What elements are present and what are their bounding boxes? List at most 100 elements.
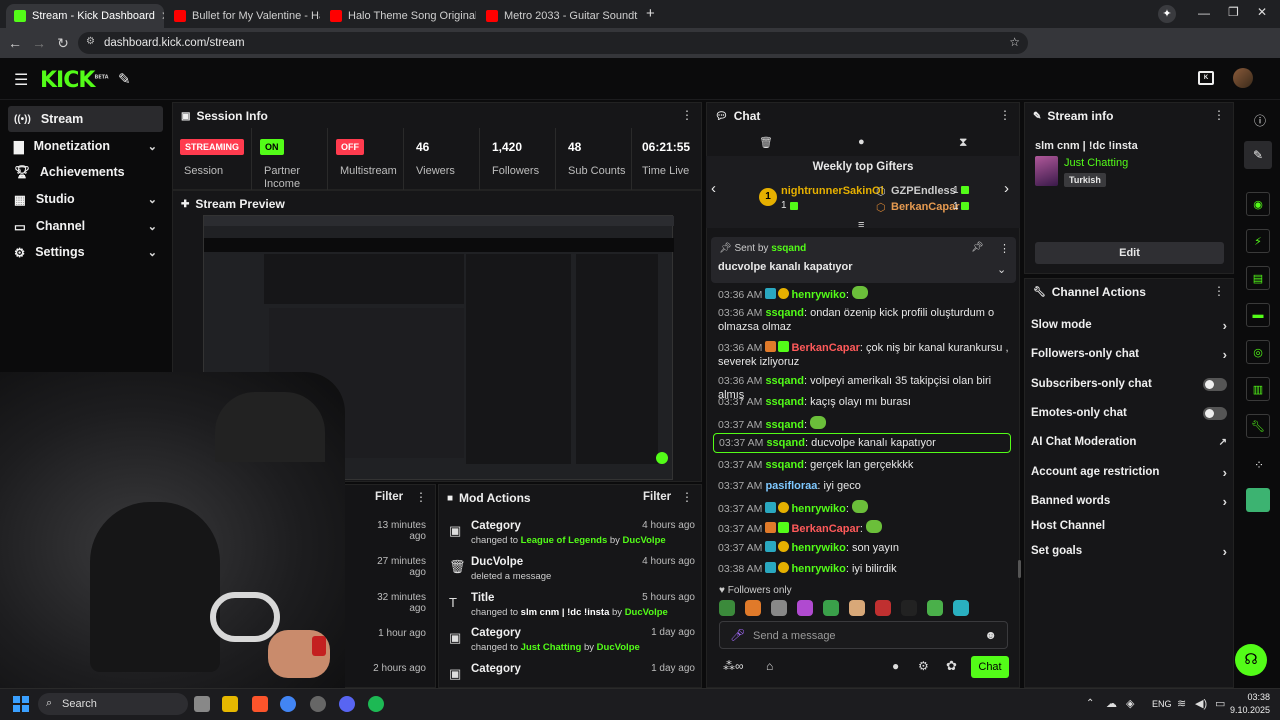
desc-user[interactable]: DucVolpe <box>623 535 666 546</box>
emote-icon[interactable] <box>719 600 735 616</box>
chevron-left-icon[interactable]: ‹ <box>711 180 716 197</box>
channel-action-banned-words[interactable]: Banned words › <box>1031 490 1227 512</box>
minimize-button[interactable]: — <box>1198 6 1210 20</box>
emote-icon[interactable] <box>823 600 839 616</box>
app-avatar-icon[interactable] <box>1246 488 1270 512</box>
brave-icon[interactable] <box>252 696 268 712</box>
clock-time[interactable]: 03:38 <box>1230 692 1270 702</box>
chat-bubble-icon[interactable]: ● <box>892 659 899 673</box>
chat-message[interactable]: 03:36 AM ssqand: ondan özenip kick profi… <box>718 306 1014 334</box>
camera-icon[interactable]: ◉ <box>1246 192 1270 216</box>
chat-message[interactable]: 03:37 AM henrywiko: son yayın <box>718 541 1014 555</box>
desc-user[interactable]: DucVolpe <box>597 642 640 653</box>
emote-icon[interactable] <box>810 416 827 429</box>
chat-message[interactable]: 03:36 AM BerkanCapar: çok niş bir kanal … <box>718 341 1014 369</box>
chevron-right-icon[interactable]: › <box>1004 180 1009 197</box>
emoji-icon[interactable]: ☻ <box>984 628 997 642</box>
close-icon[interactable]: ✕ <box>161 9 164 23</box>
sidebar-item-achievements[interactable]: 🏆︎ Achievements <box>8 159 163 185</box>
message-username[interactable]: ssqand <box>765 396 804 408</box>
chat-message[interactable]: 03:38 AM henrywiko: iyi bilirdik <box>718 562 1014 576</box>
chat-message[interactable]: 03:37 AM ssqand: kaçış olayı mı burası <box>718 395 1014 409</box>
chat-icon[interactable]: ▬ <box>1246 303 1270 327</box>
task-view-icon[interactable] <box>194 696 210 712</box>
more-options-icon[interactable]: ⋮ <box>681 491 693 503</box>
message-username[interactable]: henrywiko <box>791 289 845 301</box>
message-username[interactable]: henrywiko <box>791 503 845 515</box>
tab-youtube-3[interactable]: Metro 2033 - Guitar Soundtrac ✕ <box>478 4 638 28</box>
chat-message[interactable]: 03:37 AM henrywiko: <box>718 500 1014 516</box>
emote-icon[interactable] <box>745 600 761 616</box>
more-options-icon[interactable]: ⋮ <box>681 109 693 121</box>
chat-message[interactable]: 03:36 AM henrywiko: <box>718 286 1014 302</box>
message-username[interactable]: BerkanCapar <box>791 523 859 535</box>
chat-message[interactable]: 03:37 AM ssqand: <box>718 416 1014 432</box>
kick-home-icon[interactable]: K <box>1198 71 1214 85</box>
sidebar-item-monetization[interactable]: ▇ Monetization ⌄ <box>8 133 163 159</box>
sidebar-item-channel[interactable]: ▭ Channel ⌄ <box>8 213 163 239</box>
sidebar-item-studio[interactable]: ▦ Studio ⌄ <box>8 186 163 212</box>
chat-send-button[interactable]: Chat <box>971 656 1009 678</box>
obs-icon[interactable] <box>310 696 326 712</box>
support-chat-icon[interactable]: ☊ <box>1235 644 1267 676</box>
chat-bubble-icon[interactable]: ● <box>858 136 865 148</box>
toggle-switch[interactable] <box>1203 406 1227 420</box>
channel-action-followers-only-chat[interactable]: Followers-only chat › <box>1031 343 1227 365</box>
filter-button[interactable]: Filter <box>643 491 671 503</box>
channel-action-account-age-restriction[interactable]: Account age restriction › <box>1031 461 1227 483</box>
clock-date[interactable]: 9.10.2025 <box>1218 705 1270 715</box>
gemini-icon[interactable]: ✦ <box>1158 5 1176 23</box>
gear-icon[interactable]: ⚙ <box>918 659 929 673</box>
close-window-button[interactable]: ✕ <box>1257 5 1267 19</box>
emote-icon[interactable] <box>953 600 969 616</box>
network-icon[interactable]: ◈ <box>1126 697 1134 710</box>
chat-message[interactable]: 03:37 AM BerkanCapar: <box>718 520 1014 536</box>
tab-kick-dashboard[interactable]: Stream - Kick Dashboard ✕ <box>6 4 164 28</box>
discord-icon[interactable] <box>339 696 355 712</box>
channel-action-ai-chat-moderation[interactable]: AI Chat Moderation ↗ <box>1031 431 1227 453</box>
volume-icon[interactable]: ◀) <box>1195 697 1207 710</box>
sidebar-item-stream[interactable]: ((•)) Stream <box>8 106 163 132</box>
broadcast-icon[interactable]: ◎ <box>1246 340 1270 364</box>
message-username[interactable]: ssqand <box>765 419 804 431</box>
back-icon[interactable]: ← <box>4 32 26 54</box>
message-username[interactable]: ssqand <box>765 459 804 471</box>
pencil-icon[interactable]: ✎ <box>1244 141 1272 169</box>
more-options-icon[interactable]: ⋮ <box>999 109 1011 121</box>
trash-icon[interactable]: 🗑︎ <box>759 136 773 149</box>
tab-youtube-1[interactable]: Bullet for My Valentine - Hand o ✕ <box>166 4 320 28</box>
desc-value[interactable]: League of Legends <box>521 535 608 546</box>
category-thumbnail[interactable] <box>1035 156 1058 186</box>
emote-icon[interactable] <box>771 600 787 616</box>
unpin-icon[interactable]: 📌︎ <box>971 242 984 253</box>
chat-input[interactable]: 🎤︎ Send a message ☻ <box>719 621 1008 649</box>
category-link[interactable]: Just Chatting <box>1064 157 1128 169</box>
forward-icon[interactable]: → <box>28 32 50 54</box>
message-username[interactable]: henrywiko <box>791 542 845 554</box>
wifi-icon[interactable]: ≋ <box>1177 697 1186 710</box>
kick-logo[interactable]: KICKBETA <box>40 68 109 93</box>
chat-scrollbar[interactable] <box>1018 560 1021 578</box>
chrome-icon[interactable] <box>280 696 296 712</box>
store-icon[interactable]: ⌂ <box>766 659 773 673</box>
emote-icon[interactable] <box>901 600 917 616</box>
tab-youtube-2[interactable]: Halo Theme Song Original - Yo ✕ <box>322 4 476 28</box>
emote-icon[interactable] <box>849 600 865 616</box>
layout-icon[interactable]: ▥ <box>1246 377 1270 401</box>
sidebar-item-settings[interactable]: ⚙ Settings ⌄ <box>8 239 163 265</box>
gifter-name[interactable]: GZPEndless <box>891 185 956 197</box>
lightning-icon[interactable]: ⚡︎ <box>1246 229 1270 253</box>
bookmark-star-icon[interactable]: ☆ <box>1009 35 1020 49</box>
channel-action-slow-mode[interactable]: Slow mode › <box>1031 314 1227 336</box>
more-options-icon[interactable]: ⋮ <box>1213 285 1225 297</box>
collapse-gifters-icon[interactable]: ≡ <box>858 219 864 231</box>
toggle-switch[interactable] <box>1203 377 1227 391</box>
emote-icon[interactable] <box>927 600 943 616</box>
windows-start-icon[interactable] <box>13 696 29 712</box>
chat-message[interactable]: 03:37 AM ssqand: gerçek lan gerçekkkk <box>718 458 1014 472</box>
emote-icon[interactable] <box>866 520 883 533</box>
message-username[interactable]: BerkanCapar <box>791 342 859 354</box>
message-username[interactable]: ssqand <box>766 437 805 449</box>
gifter-name[interactable]: BerkanCapar <box>891 201 959 213</box>
desc-value[interactable]: Just Chatting <box>521 642 582 653</box>
